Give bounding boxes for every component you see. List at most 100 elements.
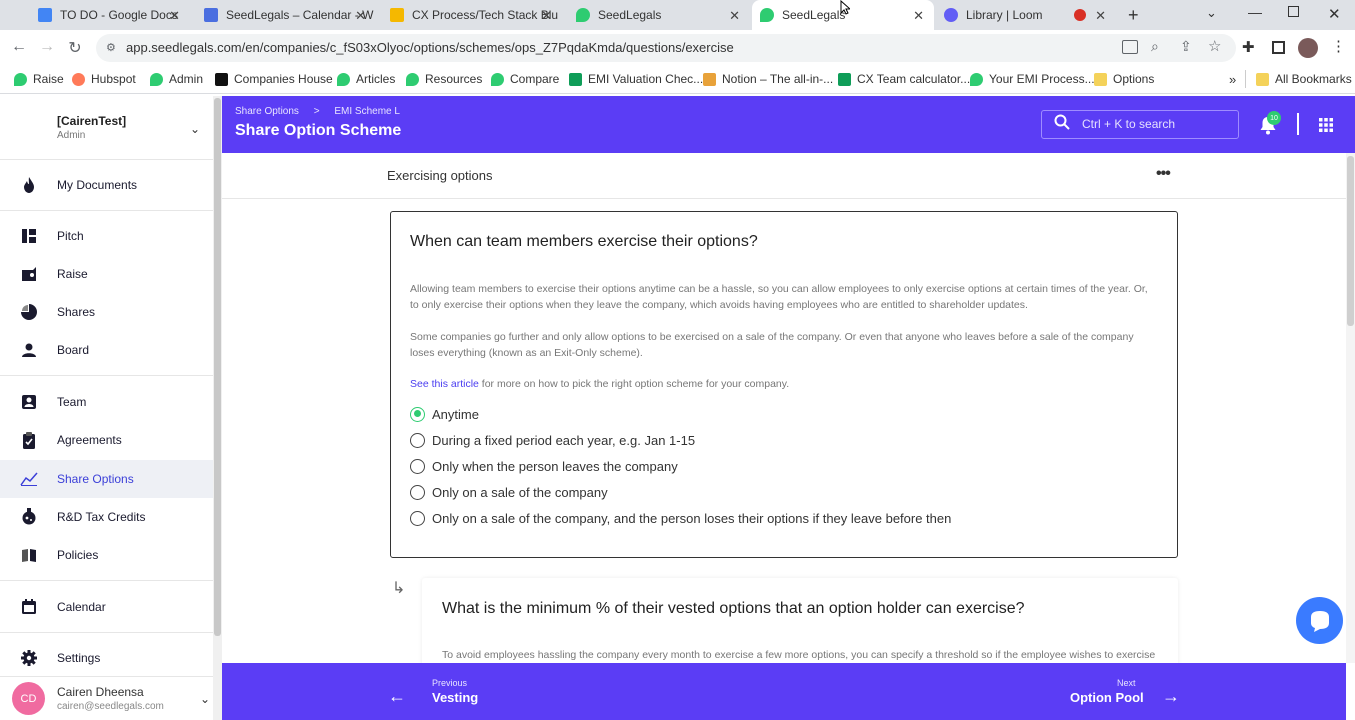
seedlegals-favicon-icon: [576, 8, 590, 22]
company-name[interactable]: [CairenTest]: [57, 114, 126, 128]
minimize-icon[interactable]: —: [1248, 4, 1262, 20]
browser-tab[interactable]: SeedLegals ✕: [568, 0, 750, 30]
bookmark-compare[interactable]: Compare: [491, 72, 559, 86]
close-tab-icon[interactable]: ✕: [913, 8, 924, 24]
close-tab-icon[interactable]: ✕: [1095, 8, 1106, 24]
company-switch-chevron-icon[interactable]: ⌄: [190, 122, 200, 136]
reload-icon[interactable]: ↻: [65, 38, 85, 58]
close-window-icon[interactable]: ✕: [1328, 5, 1341, 23]
radio-option-on-sale[interactable]: Only on a sale of the company: [410, 482, 608, 502]
bookmark-companies-house[interactable]: Companies House: [215, 72, 333, 86]
team-icon: [20, 393, 38, 411]
browser-menu-icon[interactable]: ⋮: [1331, 37, 1346, 55]
bookmark-articles[interactable]: Articles: [337, 72, 395, 86]
bookmark-options-folder[interactable]: Options: [1094, 72, 1154, 86]
next-arrow-icon[interactable]: →: [1162, 686, 1180, 707]
sidebar-item-share-options[interactable]: Share Options: [0, 460, 213, 498]
all-bookmarks[interactable]: All Bookmarks: [1256, 72, 1352, 86]
sidebar-item-rd-tax-credits[interactable]: R&D Tax Credits: [0, 498, 213, 536]
profile-avatar-icon[interactable]: [1298, 38, 1318, 58]
bookmark-emi-valuation[interactable]: EMI Valuation Chec...: [569, 72, 703, 86]
radio-option-fixed-period[interactable]: During a fixed period each year, e.g. Ja…: [410, 430, 695, 450]
site-info-icon[interactable]: ⚙: [106, 34, 116, 62]
previous-arrow-icon[interactable]: ←: [388, 686, 406, 707]
bookmark-star-icon[interactable]: ☆: [1208, 37, 1221, 55]
forward-icon[interactable]: →: [37, 38, 57, 56]
tab-title: TO DO - Google Docs: [60, 8, 178, 22]
bookmark-notion[interactable]: Notion – The all-in-...: [703, 72, 833, 86]
new-tab-icon[interactable]: +: [1128, 5, 1139, 26]
breadcrumb-share-options[interactable]: Share Options: [235, 106, 299, 117]
url-input[interactable]: ⚙ app.seedlegals.com/en/companies/c_fS03…: [96, 34, 1236, 62]
browser-tab[interactable]: SeedLegals – Calendar - W ✕: [196, 0, 376, 30]
browser-tab[interactable]: TO DO - Google Docs ✕: [30, 0, 190, 30]
install-app-icon[interactable]: [1122, 40, 1138, 54]
header-divider: [1297, 113, 1299, 135]
mouse-cursor-icon: [840, 0, 852, 20]
close-tab-icon[interactable]: ✕: [169, 8, 180, 24]
browser-tab[interactable]: CX Process/Tech Stack Blu ✕: [382, 0, 562, 30]
question-description: Allowing team members to exercise their …: [410, 283, 1148, 311]
maximize-icon[interactable]: [1288, 6, 1299, 17]
sidebar-divider: [0, 375, 213, 376]
breadcrumb-emi-scheme[interactable]: EMI Scheme L: [334, 106, 400, 117]
bookmarks-overflow[interactable]: »: [1229, 72, 1236, 87]
folder-icon: [1256, 72, 1269, 86]
bookmark-cx-team-calculator[interactable]: CX Team calculator...: [838, 72, 970, 86]
browser-tab[interactable]: Library | Loom ✕: [936, 0, 1116, 30]
chat-icon: [1311, 611, 1329, 632]
chat-button[interactable]: [1296, 597, 1343, 644]
article-line-text: for more on how to pick the right option…: [478, 378, 790, 390]
bookmark-your-emi-process[interactable]: Your EMI Process...: [970, 72, 1095, 86]
sidebar-item-raise[interactable]: Raise: [0, 255, 213, 293]
notion-icon: [703, 72, 716, 86]
radio-unselected-icon: [410, 458, 425, 474]
close-tab-icon[interactable]: ✕: [355, 8, 366, 24]
sidebar-item-policies[interactable]: Policies: [0, 536, 213, 574]
bookmark-raise[interactable]: Raise: [14, 72, 64, 86]
bookmark-hubspot[interactable]: Hubspot: [72, 72, 136, 86]
share-icon[interactable]: ⇪: [1180, 38, 1192, 55]
user-email: cairen@seedlegals.com: [57, 701, 164, 712]
search-placeholder: Ctrl + K to search: [1082, 117, 1176, 131]
sidebar-item-pitch[interactable]: Pitch: [0, 217, 213, 255]
bookmark-divider: [1245, 70, 1246, 88]
bookmark-admin[interactable]: Admin: [150, 72, 203, 86]
sidebar-item-team[interactable]: Team: [0, 383, 213, 421]
sidebar-item-calendar[interactable]: Calendar: [0, 588, 213, 626]
radio-unselected-icon: [410, 432, 425, 448]
see-article-link[interactable]: See this article: [410, 378, 479, 390]
recording-icon: [1074, 9, 1086, 21]
more-options-icon[interactable]: •••: [1156, 165, 1171, 183]
radio-option-on-leaving[interactable]: Only when the person leaves the company: [410, 456, 678, 476]
tab-search-icon[interactable]: ⌄: [1206, 5, 1217, 21]
back-icon[interactable]: ←: [9, 38, 29, 56]
clipboard-icon: [20, 431, 38, 449]
sidebar-scroll-thumb[interactable]: [214, 98, 221, 636]
previous-step-button[interactable]: Vesting: [432, 690, 478, 705]
next-step-button[interactable]: Option Pool: [1070, 690, 1144, 705]
radio-option-exit-only[interactable]: Only on a sale of the company, and the p…: [410, 508, 951, 528]
bookmark-resources[interactable]: Resources: [406, 72, 482, 86]
tab-title: CX Process/Tech Stack Blu: [412, 8, 559, 22]
sidebar-item-board[interactable]: Board: [0, 331, 213, 369]
sidebar-item-my-documents[interactable]: My Documents: [0, 166, 213, 204]
close-tab-icon[interactable]: ✕: [729, 8, 740, 24]
section-title: Exercising options: [387, 168, 493, 183]
close-tab-icon[interactable]: ✕: [541, 8, 552, 24]
sidebar-item-settings[interactable]: Settings: [0, 639, 213, 677]
sidebar-item-agreements[interactable]: Agreements: [0, 421, 213, 459]
content-scroll-thumb[interactable]: [1347, 156, 1354, 326]
sidebar-item-shares[interactable]: Shares: [0, 293, 213, 331]
zoom-icon[interactable]: ⌕: [1151, 38, 1159, 55]
avatar[interactable]: CD: [12, 682, 45, 715]
side-panel-icon[interactable]: [1272, 41, 1285, 54]
radio-label: Anytime: [432, 406, 479, 422]
apps-grid-icon[interactable]: [1319, 118, 1333, 137]
user-menu-chevron-icon[interactable]: ⌄: [200, 692, 210, 706]
previous-caption: Previous: [432, 678, 468, 688]
flask-icon: [20, 508, 38, 526]
extensions-icon[interactable]: ✚: [1242, 38, 1255, 56]
radio-option-anytime[interactable]: Anytime: [410, 404, 479, 424]
flame-icon: [20, 176, 38, 194]
